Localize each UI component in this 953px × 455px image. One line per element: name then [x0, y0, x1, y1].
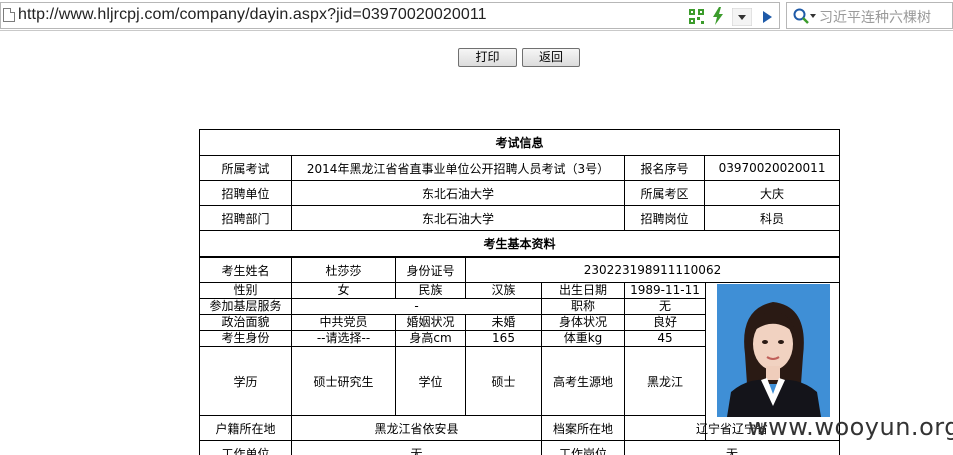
height-label: 身高cm	[395, 330, 466, 347]
gender-label: 性别	[199, 282, 292, 299]
name-label: 考生姓名	[199, 257, 292, 283]
grassroots-label: 参加基层服务	[199, 298, 292, 315]
back-button[interactable]: 返回	[522, 48, 580, 67]
dept-value: 东北石油大学	[291, 205, 625, 231]
workplace-value: 无	[291, 440, 542, 455]
health-value: 良好	[624, 314, 706, 331]
watermark: www.wooyun.org	[748, 413, 953, 441]
degree-label: 学位	[395, 346, 466, 416]
degree-value: 硕士	[465, 346, 542, 416]
weight-label: 体重kg	[541, 330, 625, 347]
employer-value: 东北石油大学	[291, 180, 625, 206]
education-label: 学历	[199, 346, 292, 416]
candidate-info-heading: 考生基本资料	[198, 230, 841, 257]
qr-code-icon[interactable]	[689, 9, 704, 24]
reg-no-label: 报名序号	[624, 155, 705, 181]
birth-value: 1989-11-11	[624, 282, 706, 299]
height-value: 165	[465, 330, 542, 347]
health-label: 身体状况	[541, 314, 625, 331]
education-value: 硕士研究生	[291, 346, 396, 416]
employer-label: 招聘单位	[199, 180, 292, 206]
reg-no-value: 03970020020011	[703, 155, 841, 181]
search-box[interactable]: 习近平连种六棵树	[786, 2, 953, 29]
area-value: 大庆	[703, 180, 841, 206]
exam-label: 所属考试	[199, 155, 292, 181]
url-input[interactable]: http://www.hljrcpj.com/company/dayin.asp…	[0, 2, 780, 29]
exam-info-table: 考试信息 所属考试 2014年黑龙江省省直事业单位公开招聘人员考试（3号） 报名…	[198, 129, 841, 257]
job-value: 无	[624, 440, 840, 455]
name-value: 杜莎莎	[291, 257, 396, 283]
exam-info-heading: 考试信息	[198, 129, 841, 156]
marital-value: 未婚	[465, 314, 542, 331]
candidate-photo-image	[717, 284, 830, 417]
politics-label: 政治面貌	[199, 314, 292, 331]
dept-label: 招聘部门	[199, 205, 292, 231]
post-label: 招聘岗位	[624, 205, 705, 231]
origin-label: 高考生源地	[541, 346, 625, 416]
ethnicity-label: 民族	[395, 282, 466, 299]
birth-label: 出生日期	[541, 282, 625, 299]
area-label: 所属考区	[624, 180, 705, 206]
caret-down-icon[interactable]	[809, 11, 817, 19]
lightning-icon[interactable]	[712, 7, 724, 25]
browser-address-bar: http://www.hljrcpj.com/company/dayin.asp…	[0, 0, 953, 31]
identity-label: 考生身份	[199, 330, 292, 347]
gender-value: 女	[291, 282, 396, 299]
url-text[interactable]: http://www.hljrcpj.com/company/dayin.asp…	[18, 6, 487, 24]
post-value: 科员	[703, 205, 841, 231]
search-icon[interactable]	[793, 8, 809, 24]
ethnicity-value: 汉族	[465, 282, 542, 299]
grassroots-value: -	[291, 298, 542, 315]
marital-label: 婚姻状况	[395, 314, 466, 331]
archive-label: 档案所在地	[541, 415, 625, 441]
identity-value: --请选择--	[291, 330, 396, 347]
origin-value: 黑龙江	[624, 346, 706, 416]
hukou-label: 户籍所在地	[199, 415, 292, 441]
politics-value: 中共党员	[291, 314, 396, 331]
job-label: 工作岗位	[541, 440, 625, 455]
print-button[interactable]: 打印	[458, 48, 517, 67]
id-value: 230223198911110062	[465, 257, 840, 283]
weight-value: 45	[624, 330, 706, 347]
title-label: 职称	[541, 298, 625, 315]
page-icon	[3, 8, 15, 22]
title-value: 无	[624, 298, 706, 315]
go-arrow-icon[interactable]	[759, 8, 775, 26]
hukou-value: 黑龙江省依安县	[291, 415, 542, 441]
workplace-label: 工作单位	[199, 440, 292, 455]
exam-value: 2014年黑龙江省省直事业单位公开招聘人员考试（3号）	[291, 155, 625, 181]
id-label: 身份证号	[395, 257, 466, 283]
search-input[interactable]: 习近平连种六棵树	[819, 7, 931, 27]
candidate-info-table: 考生姓名 杜莎莎 身份证号 230223198911110062 性别 女 民族…	[199, 257, 840, 455]
chevron-down-icon[interactable]	[732, 8, 752, 26]
